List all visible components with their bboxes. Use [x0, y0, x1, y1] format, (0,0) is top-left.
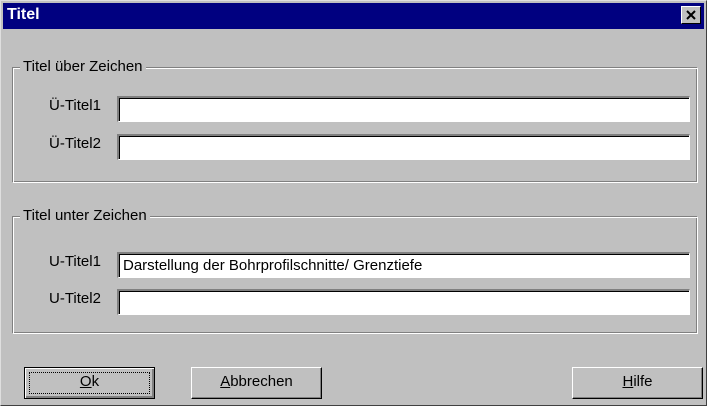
cancel-button[interactable]: Abbrechen — [191, 367, 322, 399]
below-title2-label: U-Titel2 — [49, 290, 101, 307]
above-title2-label: Ü-Titel2 — [49, 135, 101, 152]
help-mnemonic: H — [622, 373, 634, 390]
cancel-mnemonic: A — [220, 373, 231, 390]
focus-rect — [29, 372, 150, 394]
close-icon — [686, 10, 696, 20]
group-title-below: Titel unter Zeichen U-Titel1 U-Titel2 — [12, 207, 698, 334]
above-title1-label: Ü-Titel1 — [49, 97, 101, 114]
group-title-above: Titel über Zeichen Ü-Titel1 Ü-Titel2 — [12, 58, 698, 183]
ok-button[interactable]: Ok — [24, 367, 155, 399]
close-button[interactable] — [681, 6, 701, 24]
below-title1-label: U-Titel1 — [49, 253, 101, 270]
below-title2-input[interactable] — [117, 289, 690, 315]
help-button[interactable]: Hilfe — [572, 367, 703, 399]
window-title: Titel — [7, 6, 40, 23]
group-legend-below: Titel unter Zeichen — [20, 207, 150, 225]
help-label-rest: ilfe — [633, 373, 653, 390]
title-bar[interactable]: Titel — [3, 3, 704, 29]
group-legend-above: Titel über Zeichen — [20, 58, 146, 76]
below-title1-input[interactable] — [117, 252, 690, 278]
above-title2-input[interactable] — [117, 134, 690, 160]
dialog-window: Titel Titel über Zeichen Ü-Titel1 Ü-Tite… — [0, 0, 707, 406]
cancel-label-rest: bbrechen — [230, 373, 293, 390]
above-title1-input[interactable] — [117, 96, 690, 122]
